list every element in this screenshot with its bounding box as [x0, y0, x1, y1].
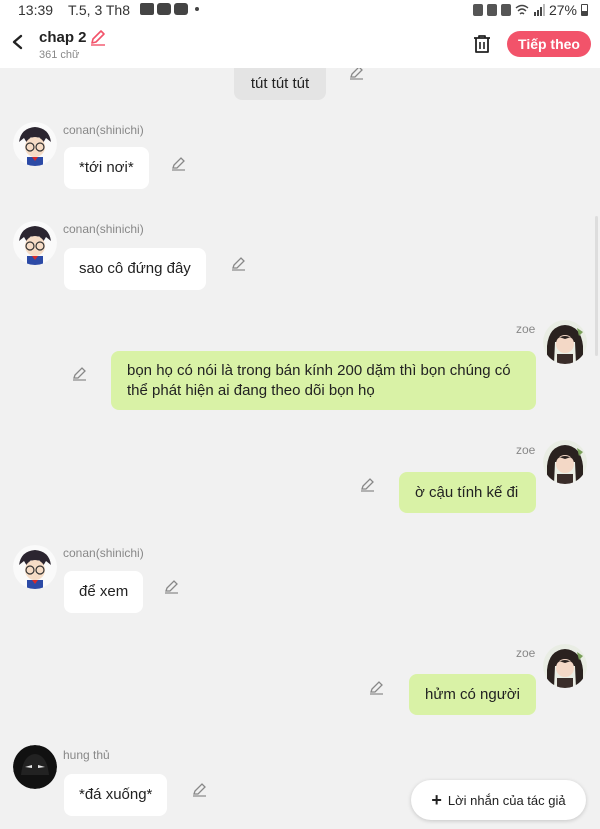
battery-icon — [581, 4, 588, 16]
author-note-button[interactable]: + Lời nhắn của tác giả — [411, 780, 586, 820]
avatar-zoe[interactable] — [543, 320, 587, 364]
camera-notification-icon — [140, 3, 154, 15]
message-text: ờ cậu tính kế đi — [415, 484, 519, 501]
chapter-title[interactable]: chap 2 — [39, 29, 87, 46]
app-notification-icon — [157, 3, 171, 15]
sender-name: conan(shinichi) — [63, 546, 144, 560]
edit-pencil-icon[interactable] — [164, 578, 180, 594]
wifi-icon — [515, 4, 529, 15]
plus-icon: + — [431, 790, 442, 810]
app-notification-icon — [174, 3, 188, 15]
sender-name: conan(shinichi) — [63, 123, 144, 137]
edit-pencil-icon[interactable] — [192, 781, 208, 797]
message-text: tút tút tút — [250, 75, 310, 92]
edit-pencil-icon[interactable] — [231, 255, 247, 271]
sender-name: zoe — [516, 322, 536, 336]
notification-icons — [140, 3, 199, 15]
more-notifications-icon — [195, 7, 199, 11]
avatar-conan[interactable] — [13, 545, 57, 589]
status-time: 13:39 — [18, 2, 54, 18]
message-bubble[interactable]: *tới nơi* — [64, 147, 149, 189]
edit-pencil-icon[interactable] — [349, 68, 365, 80]
message-text: *tới nơi* — [79, 159, 134, 176]
avatar-zoe[interactable] — [543, 644, 587, 688]
message-text: *đá xuống* — [79, 786, 153, 803]
message-text: sao cô đứng đây — [79, 260, 191, 277]
chat-area: tút tút tút conan(shinichi) *tới nơi* co… — [0, 68, 600, 829]
narration-bubble[interactable]: tút tút tút — [234, 68, 326, 100]
back-arrow-icon[interactable] — [10, 32, 26, 52]
own-message-bubble[interactable]: hửm có người — [409, 674, 536, 715]
status-date: T.5, 3 Th8 — [68, 2, 131, 18]
message-text: bọn họ có nói là trong bán kính 200 dặm … — [127, 362, 511, 399]
mute-icon — [500, 4, 511, 16]
sender-name: hung thủ — [63, 748, 110, 762]
edit-pencil-icon[interactable] — [171, 155, 187, 171]
avatar-conan[interactable] — [13, 122, 57, 166]
battery-percent: 27% — [548, 2, 577, 18]
edit-pencil-icon[interactable] — [72, 365, 88, 381]
status-bar: 13:39 T.5, 3 Th8 27% — [0, 0, 600, 20]
author-note-label: Lời nhắn của tác giả — [447, 792, 566, 808]
message-text: để xem — [79, 583, 129, 600]
alarm-icon — [486, 4, 497, 16]
own-message-bubble[interactable]: ờ cậu tính kế đi — [399, 472, 536, 513]
system-icons: 27% — [472, 2, 588, 18]
trash-icon[interactable] — [471, 33, 493, 55]
scrollbar[interactable] — [595, 216, 598, 356]
avatar-zoe[interactable] — [543, 440, 587, 484]
avatar-conan[interactable] — [13, 221, 57, 265]
chapter-header: chap 2 361 chữ Tiếp theo — [0, 20, 600, 68]
lock-icon — [472, 4, 483, 16]
signal-icon — [533, 4, 545, 16]
own-message-bubble[interactable]: bọn họ có nói là trong bán kính 200 dặm … — [111, 351, 536, 410]
message-bubble[interactable]: sao cô đứng đây — [64, 248, 206, 290]
word-count: 361 chữ — [39, 49, 80, 61]
sender-name: zoe — [516, 443, 536, 457]
next-chapter-button[interactable]: Tiếp theo — [507, 31, 591, 57]
message-bubble[interactable]: *đá xuống* — [64, 774, 168, 816]
avatar-hung-thu[interactable] — [13, 745, 57, 789]
message-text: hửm có người — [425, 686, 520, 703]
sender-name: conan(shinichi) — [63, 222, 144, 236]
edit-pencil-icon[interactable] — [369, 679, 385, 695]
sender-name: zoe — [516, 646, 536, 660]
pencil-icon[interactable] — [89, 28, 107, 46]
message-bubble[interactable]: để xem — [64, 571, 144, 613]
edit-pencil-icon[interactable] — [360, 476, 376, 492]
